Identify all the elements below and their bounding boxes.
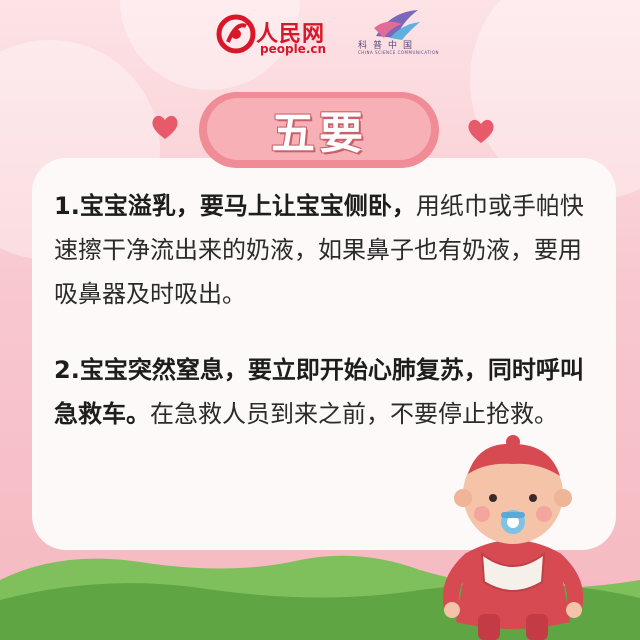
people-daily-logo[interactable]: 人民网 people.cn xyxy=(216,14,326,58)
people-daily-emblem-icon xyxy=(216,14,256,54)
heart-icon xyxy=(152,115,178,139)
title-inner: 五要 xyxy=(207,98,431,160)
item-1-bold: 1.宝宝溢乳，要马上让宝宝侧卧， xyxy=(54,192,416,220)
kepu-sub: CHINA SCIENCE COMMUNICATION xyxy=(358,50,440,55)
kepu-logo[interactable]: 科普中国 CHINA SCIENCE COMMUNICATION xyxy=(358,8,448,58)
item-2: 2.宝宝突然窒息，要立即开始心肺复苏，同时呼叫急救车。在急救人员到来之前，不要停… xyxy=(54,348,604,436)
item-2-text: 在急救人员到来之前，不要停止抢救。 xyxy=(150,400,558,428)
header: 人民网 people.cn 科普中国 CHINA SCIENCE COMMUNI… xyxy=(0,0,640,70)
heart-icon xyxy=(468,119,494,143)
item-1: 1.宝宝溢乳，要马上让宝宝侧卧，用纸巾或手帕快速擦干净流出来的奶液，如果鼻子也有… xyxy=(54,184,604,316)
title-pill: 五要 xyxy=(199,92,439,168)
people-daily-url: people.cn xyxy=(260,42,327,56)
kepu-logo-icon xyxy=(374,10,420,40)
baby-illustration xyxy=(442,435,584,640)
page-title: 五要 xyxy=(271,108,367,159)
